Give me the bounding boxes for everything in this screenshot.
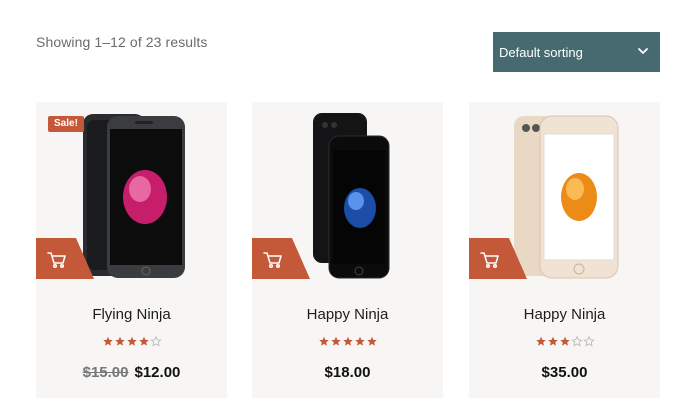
old-price: $15.00 [82, 364, 129, 381]
current-price: $12.00 [134, 364, 181, 381]
current-price: $18.00 [324, 364, 371, 381]
sale-badge: Sale! [48, 116, 84, 132]
product-image[interactable]: Sale! [36, 102, 227, 280]
result-count: Showing 1–12 of 23 results [36, 34, 208, 50]
star-filled-icon [354, 336, 365, 346]
star-empty-icon [150, 336, 161, 347]
star-filled-icon [330, 336, 341, 346]
product-name[interactable]: Happy Ninja [469, 306, 660, 323]
product-price: $18.00 [252, 364, 443, 381]
star-filled-icon [342, 336, 353, 346]
product-card[interactable]: Happy Ninja $18.00 [252, 102, 443, 398]
star-rating [102, 336, 161, 347]
star-filled-icon [547, 336, 558, 346]
star-filled-icon [535, 336, 546, 346]
product-card[interactable]: Sale! Flying Ninja $15.00 $12.00 [36, 102, 227, 398]
add-to-cart-button[interactable] [36, 238, 94, 279]
add-to-cart-button[interactable] [469, 238, 527, 279]
star-rating [535, 336, 594, 347]
star-filled-icon [366, 336, 377, 346]
product-name[interactable]: Flying Ninja [36, 306, 227, 323]
product-card[interactable]: Happy Ninja $35.00 [469, 102, 660, 398]
star-filled-icon [559, 336, 570, 346]
chevron-down-icon [638, 48, 648, 54]
product-name[interactable]: Happy Ninja [252, 306, 443, 323]
sort-selected-label: Default sorting [499, 44, 583, 60]
product-image[interactable] [252, 102, 443, 280]
current-price: $35.00 [541, 364, 588, 381]
add-to-cart-button[interactable] [252, 238, 310, 279]
star-filled-icon [126, 336, 137, 346]
star-empty-icon [571, 336, 582, 347]
product-price: $15.00 $12.00 [36, 364, 227, 381]
product-price: $35.00 [469, 364, 660, 381]
star-filled-icon [138, 336, 149, 346]
star-rating [318, 336, 377, 347]
phone-image [312, 113, 389, 279]
product-image[interactable] [469, 102, 660, 280]
star-filled-icon [114, 336, 125, 346]
star-filled-icon [318, 336, 329, 346]
sort-dropdown[interactable]: Default sorting [493, 32, 660, 72]
star-filled-icon [102, 336, 113, 346]
star-empty-icon [583, 336, 594, 347]
